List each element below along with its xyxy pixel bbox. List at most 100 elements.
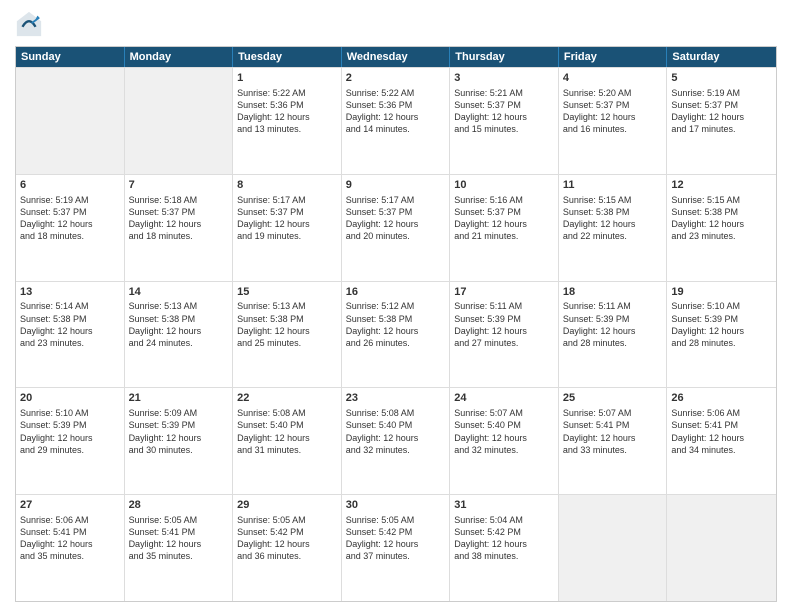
cal-cell: 29Sunrise: 5:05 AM Sunset: 5:42 PM Dayli… [233, 495, 342, 601]
day-number: 27 [20, 498, 120, 513]
cal-cell [16, 68, 125, 174]
cal-cell [125, 68, 234, 174]
cell-info: Sunrise: 5:21 AM Sunset: 5:37 PM Dayligh… [454, 87, 554, 136]
cell-info: Sunrise: 5:15 AM Sunset: 5:38 PM Dayligh… [563, 194, 663, 243]
cal-cell: 4Sunrise: 5:20 AM Sunset: 5:37 PM Daylig… [559, 68, 668, 174]
cell-info: Sunrise: 5:19 AM Sunset: 5:37 PM Dayligh… [20, 194, 120, 243]
cell-info: Sunrise: 5:05 AM Sunset: 5:41 PM Dayligh… [129, 514, 229, 563]
header [15, 10, 777, 38]
cal-cell: 13Sunrise: 5:14 AM Sunset: 5:38 PM Dayli… [16, 282, 125, 388]
cal-cell: 16Sunrise: 5:12 AM Sunset: 5:38 PM Dayli… [342, 282, 451, 388]
day-number: 12 [671, 178, 772, 193]
cal-cell: 30Sunrise: 5:05 AM Sunset: 5:42 PM Dayli… [342, 495, 451, 601]
day-number: 23 [346, 391, 446, 406]
cal-cell: 17Sunrise: 5:11 AM Sunset: 5:39 PM Dayli… [450, 282, 559, 388]
cal-cell: 9Sunrise: 5:17 AM Sunset: 5:37 PM Daylig… [342, 175, 451, 281]
cal-cell [559, 495, 668, 601]
cal-cell: 3Sunrise: 5:21 AM Sunset: 5:37 PM Daylig… [450, 68, 559, 174]
cell-info: Sunrise: 5:19 AM Sunset: 5:37 PM Dayligh… [671, 87, 772, 136]
day-number: 25 [563, 391, 663, 406]
day-number: 6 [20, 178, 120, 193]
cal-cell: 6Sunrise: 5:19 AM Sunset: 5:37 PM Daylig… [16, 175, 125, 281]
day-number: 7 [129, 178, 229, 193]
day-number: 17 [454, 285, 554, 300]
day-number: 30 [346, 498, 446, 513]
cal-cell: 25Sunrise: 5:07 AM Sunset: 5:41 PM Dayli… [559, 388, 668, 494]
cell-info: Sunrise: 5:10 AM Sunset: 5:39 PM Dayligh… [671, 300, 772, 349]
day-number: 16 [346, 285, 446, 300]
day-number: 18 [563, 285, 663, 300]
cal-cell: 19Sunrise: 5:10 AM Sunset: 5:39 PM Dayli… [667, 282, 776, 388]
cell-info: Sunrise: 5:08 AM Sunset: 5:40 PM Dayligh… [237, 407, 337, 456]
cal-cell: 15Sunrise: 5:13 AM Sunset: 5:38 PM Dayli… [233, 282, 342, 388]
cell-info: Sunrise: 5:22 AM Sunset: 5:36 PM Dayligh… [237, 87, 337, 136]
cal-cell: 18Sunrise: 5:11 AM Sunset: 5:39 PM Dayli… [559, 282, 668, 388]
day-number: 10 [454, 178, 554, 193]
cal-cell: 11Sunrise: 5:15 AM Sunset: 5:38 PM Dayli… [559, 175, 668, 281]
cell-info: Sunrise: 5:13 AM Sunset: 5:38 PM Dayligh… [129, 300, 229, 349]
day-number: 5 [671, 71, 772, 86]
day-number: 22 [237, 391, 337, 406]
cal-cell: 12Sunrise: 5:15 AM Sunset: 5:38 PM Dayli… [667, 175, 776, 281]
cal-cell: 5Sunrise: 5:19 AM Sunset: 5:37 PM Daylig… [667, 68, 776, 174]
cell-info: Sunrise: 5:13 AM Sunset: 5:38 PM Dayligh… [237, 300, 337, 349]
cal-cell: 10Sunrise: 5:16 AM Sunset: 5:37 PM Dayli… [450, 175, 559, 281]
page: SundayMondayTuesdayWednesdayThursdayFrid… [0, 0, 792, 612]
day-number: 1 [237, 71, 337, 86]
cell-info: Sunrise: 5:14 AM Sunset: 5:38 PM Dayligh… [20, 300, 120, 349]
cell-info: Sunrise: 5:07 AM Sunset: 5:40 PM Dayligh… [454, 407, 554, 456]
day-number: 3 [454, 71, 554, 86]
cal-cell: 8Sunrise: 5:17 AM Sunset: 5:37 PM Daylig… [233, 175, 342, 281]
cell-info: Sunrise: 5:18 AM Sunset: 5:37 PM Dayligh… [129, 194, 229, 243]
week-row-2: 13Sunrise: 5:14 AM Sunset: 5:38 PM Dayli… [16, 281, 776, 388]
week-row-1: 6Sunrise: 5:19 AM Sunset: 5:37 PM Daylig… [16, 174, 776, 281]
cell-info: Sunrise: 5:20 AM Sunset: 5:37 PM Dayligh… [563, 87, 663, 136]
cal-cell: 23Sunrise: 5:08 AM Sunset: 5:40 PM Dayli… [342, 388, 451, 494]
cell-info: Sunrise: 5:22 AM Sunset: 5:36 PM Dayligh… [346, 87, 446, 136]
cal-cell: 21Sunrise: 5:09 AM Sunset: 5:39 PM Dayli… [125, 388, 234, 494]
day-number: 20 [20, 391, 120, 406]
day-number: 15 [237, 285, 337, 300]
cell-info: Sunrise: 5:10 AM Sunset: 5:39 PM Dayligh… [20, 407, 120, 456]
day-number: 29 [237, 498, 337, 513]
cell-info: Sunrise: 5:17 AM Sunset: 5:37 PM Dayligh… [237, 194, 337, 243]
cal-cell: 2Sunrise: 5:22 AM Sunset: 5:36 PM Daylig… [342, 68, 451, 174]
day-number: 24 [454, 391, 554, 406]
header-monday: Monday [125, 47, 234, 67]
logo [15, 10, 47, 38]
header-tuesday: Tuesday [233, 47, 342, 67]
header-saturday: Saturday [667, 47, 776, 67]
cell-info: Sunrise: 5:16 AM Sunset: 5:37 PM Dayligh… [454, 194, 554, 243]
day-number: 9 [346, 178, 446, 193]
cell-info: Sunrise: 5:05 AM Sunset: 5:42 PM Dayligh… [346, 514, 446, 563]
day-number: 31 [454, 498, 554, 513]
day-number: 28 [129, 498, 229, 513]
cal-cell: 22Sunrise: 5:08 AM Sunset: 5:40 PM Dayli… [233, 388, 342, 494]
week-row-4: 27Sunrise: 5:06 AM Sunset: 5:41 PM Dayli… [16, 494, 776, 601]
week-row-0: 1Sunrise: 5:22 AM Sunset: 5:36 PM Daylig… [16, 67, 776, 174]
day-number: 21 [129, 391, 229, 406]
day-number: 11 [563, 178, 663, 193]
cell-info: Sunrise: 5:05 AM Sunset: 5:42 PM Dayligh… [237, 514, 337, 563]
day-number: 8 [237, 178, 337, 193]
cell-info: Sunrise: 5:08 AM Sunset: 5:40 PM Dayligh… [346, 407, 446, 456]
cal-cell: 27Sunrise: 5:06 AM Sunset: 5:41 PM Dayli… [16, 495, 125, 601]
week-row-3: 20Sunrise: 5:10 AM Sunset: 5:39 PM Dayli… [16, 387, 776, 494]
cal-cell: 31Sunrise: 5:04 AM Sunset: 5:42 PM Dayli… [450, 495, 559, 601]
day-number: 14 [129, 285, 229, 300]
cell-info: Sunrise: 5:17 AM Sunset: 5:37 PM Dayligh… [346, 194, 446, 243]
cal-cell: 28Sunrise: 5:05 AM Sunset: 5:41 PM Dayli… [125, 495, 234, 601]
calendar-header: SundayMondayTuesdayWednesdayThursdayFrid… [16, 47, 776, 67]
cal-cell: 1Sunrise: 5:22 AM Sunset: 5:36 PM Daylig… [233, 68, 342, 174]
cell-info: Sunrise: 5:15 AM Sunset: 5:38 PM Dayligh… [671, 194, 772, 243]
header-friday: Friday [559, 47, 668, 67]
cell-info: Sunrise: 5:09 AM Sunset: 5:39 PM Dayligh… [129, 407, 229, 456]
cal-cell: 24Sunrise: 5:07 AM Sunset: 5:40 PM Dayli… [450, 388, 559, 494]
header-sunday: Sunday [16, 47, 125, 67]
cell-info: Sunrise: 5:04 AM Sunset: 5:42 PM Dayligh… [454, 514, 554, 563]
cal-cell: 20Sunrise: 5:10 AM Sunset: 5:39 PM Dayli… [16, 388, 125, 494]
header-thursday: Thursday [450, 47, 559, 67]
day-number: 4 [563, 71, 663, 86]
day-number: 2 [346, 71, 446, 86]
calendar: SundayMondayTuesdayWednesdayThursdayFrid… [15, 46, 777, 602]
